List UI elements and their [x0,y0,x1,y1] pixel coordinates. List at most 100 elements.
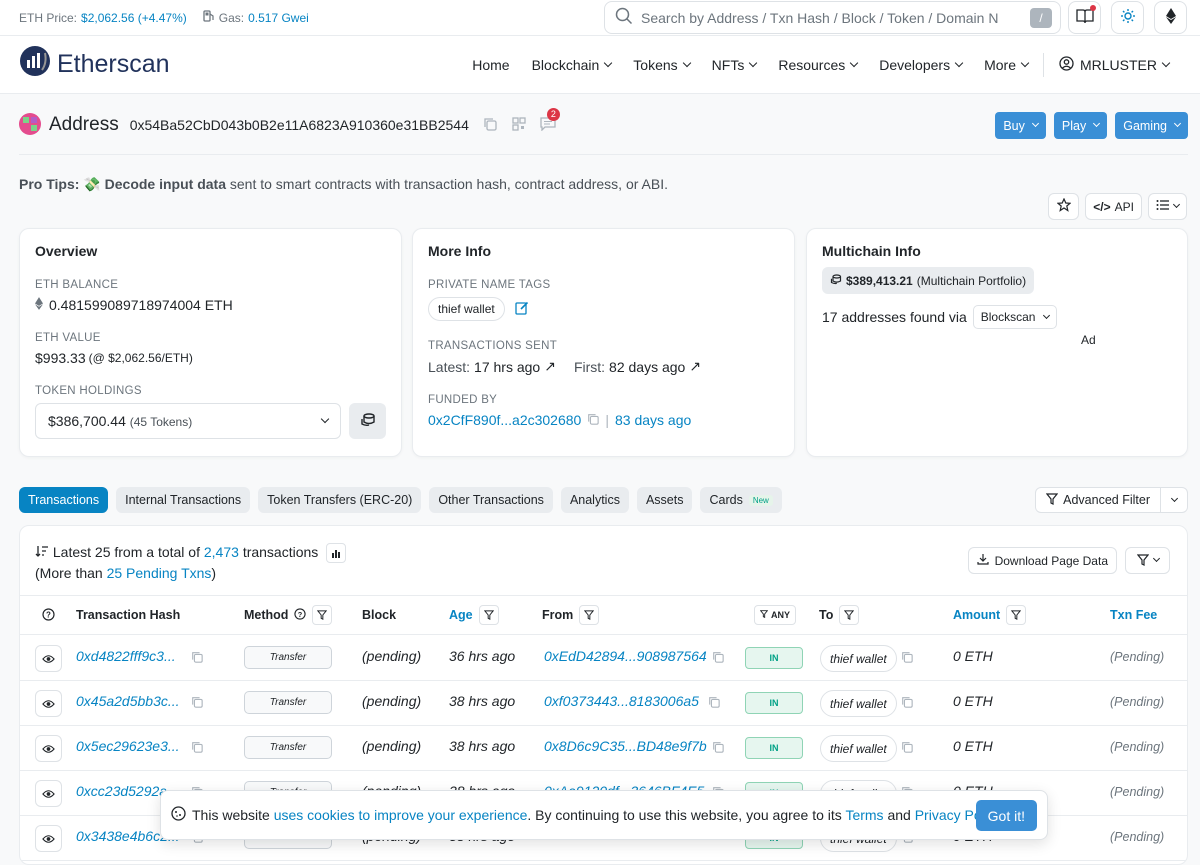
from-address-link[interactable]: 0xEdD42894...908987564 [544,648,707,664]
method-filter-icon[interactable] [312,605,333,625]
bar-chart-icon [331,543,341,563]
txn-hash-link[interactable]: 0x5ec29623e3... [76,738,180,754]
multichain-portfolio-button[interactable]: $389,413.21 (Multichain Portfolio) [822,267,1035,294]
token-portfolio-button[interactable] [349,403,386,439]
search-input[interactable]: Search by Address / Txn Hash / Block / T… [604,1,1061,34]
copy-icon[interactable] [191,695,203,711]
edit-icon[interactable] [515,301,529,318]
header-divider [19,154,1188,155]
copy-icon[interactable] [191,650,203,666]
blockscan-dropdown[interactable]: Blockscan [972,305,1058,329]
txn-hash-link[interactable]: 0x45a2d5bb3c... [76,693,180,709]
info-icon[interactable]: ? [294,607,307,623]
user-menu[interactable]: MRLUSTER [1048,56,1180,74]
copy-icon[interactable] [901,695,913,711]
news-button[interactable] [1068,1,1101,34]
nav-home[interactable]: Home [461,57,520,73]
tab-token-transfers[interactable]: Token Transfers (ERC-20) [258,487,422,513]
latest-label: Latest: [428,358,471,375]
comment-icon[interactable]: 2 [540,107,560,134]
col-txn-fee[interactable]: Txn Fee [1110,608,1157,622]
funded-by-age[interactable]: 83 days ago [615,412,691,428]
funded-by-address[interactable]: 0x2CfF890f...a2c302680 [428,412,581,428]
pro-tips-text: sent to smart contracts with transaction… [229,176,668,192]
pending-prefix: (More than [35,565,103,582]
copy-icon[interactable] [587,412,600,428]
buy-button[interactable]: Buy [995,112,1046,139]
nav-tokens[interactable]: Tokens [622,57,700,73]
chart-button[interactable] [326,543,347,564]
first-value[interactable]: 82 days ago [609,359,685,375]
to-name-tag[interactable]: thief wallet [820,690,897,717]
advanced-filter-dropdown[interactable] [1161,494,1187,502]
age-filter-icon[interactable] [478,605,499,625]
latest-value[interactable]: 17 hrs ago [474,359,540,375]
txn-hash-link[interactable]: 0xd4822fff9c3... [76,648,176,664]
copy-icon[interactable] [191,740,203,756]
copy-icon[interactable] [901,650,913,666]
copy-icon[interactable] [708,695,720,711]
nav-more[interactable]: More [973,57,1039,73]
to-filter-icon[interactable] [839,605,860,625]
cookie-accept-button[interactable]: Got it! [975,800,1037,831]
view-details-button[interactable] [35,645,62,672]
multichain-found: 17 addresses found via Blockscan [822,305,1172,329]
chevron-down-icon [954,58,964,68]
chevron-down-icon [1173,119,1182,128]
copy-icon[interactable] [712,650,724,666]
cookie-text: This website uses cookies to improve you… [192,807,1005,823]
nav-blockchain[interactable]: Blockchain [521,57,623,73]
token-holdings-dropdown[interactable]: $386,700.44 (45 Tokens) [35,403,341,439]
view-details-button[interactable] [35,690,62,717]
more-options-button[interactable] [1148,193,1187,220]
cookie-policy-link[interactable]: uses cookies to improve your experience [274,807,528,823]
view-details-button[interactable] [35,780,62,807]
help-icon[interactable]: ? [42,608,55,621]
pending-txns-link[interactable]: 25 Pending Txns [107,565,212,581]
to-name-tag[interactable]: thief wallet [820,645,897,672]
advanced-filter-button[interactable]: Advanced Filter [1036,488,1161,512]
tab-assets[interactable]: Assets [636,487,693,513]
nav-developers[interactable]: Developers [868,57,973,73]
direction-filter[interactable]: ANY [754,605,797,625]
decode-input-link[interactable]: Decode input data [105,176,226,192]
qr-code-icon[interactable] [512,116,526,134]
from-address-link[interactable]: 0x8D6c9C35...BD48e9f7b [544,738,707,754]
eth-price-value[interactable]: $2,062.56 (+4.47%) [81,11,187,25]
chevron-down-icon [682,58,691,68]
watchlist-button[interactable] [1048,193,1080,220]
tab-other-transactions[interactable]: Other Transactions [429,487,553,513]
col-amount[interactable]: Amount [953,605,1027,625]
from-address-link[interactable]: 0xf0373443...8183006a5 [544,693,699,709]
view-details-button[interactable] [35,735,62,762]
etherscan-logo[interactable]: Etherscan [19,45,170,84]
view-details-button[interactable] [35,825,62,852]
gaming-button[interactable]: Gaming [1115,112,1188,139]
gas-value[interactable]: 0.517 Gwei [248,11,309,25]
theme-toggle-button[interactable] [1111,1,1144,34]
name-tag-pill[interactable]: thief wallet [428,297,505,321]
tab-transactions[interactable]: Transactions [19,487,109,513]
money-icon: 💸 [83,176,101,192]
tab-internal-transactions[interactable]: Internal Transactions [116,487,251,513]
tab-analytics[interactable]: Analytics [560,487,629,513]
copy-icon[interactable] [901,740,913,756]
col-age[interactable]: Age [449,605,499,625]
to-name-tag[interactable]: thief wallet [820,735,897,762]
tab-cards[interactable]: Cards New [700,487,782,513]
download-page-data-button[interactable]: Download Page Data [967,547,1117,574]
amount-filter-icon[interactable] [1006,605,1027,625]
nav-nfts[interactable]: NFTs [701,57,768,73]
table-filter-button[interactable] [1125,547,1170,574]
network-switch-button[interactable] [1154,1,1187,34]
play-button[interactable]: Play [1053,112,1108,139]
copy-icon[interactable] [483,117,497,134]
total-transactions-link[interactable]: 2,473 [204,544,239,560]
advanced-filter[interactable]: Advanced Filter [1035,487,1188,513]
api-button[interactable]: </> API [1085,193,1142,220]
nav-resources[interactable]: Resources [767,57,868,73]
from-filter-icon[interactable] [579,605,600,625]
copy-icon[interactable] [712,740,724,756]
svg-text:?: ? [298,609,303,618]
terms-link[interactable]: Terms [845,807,883,823]
